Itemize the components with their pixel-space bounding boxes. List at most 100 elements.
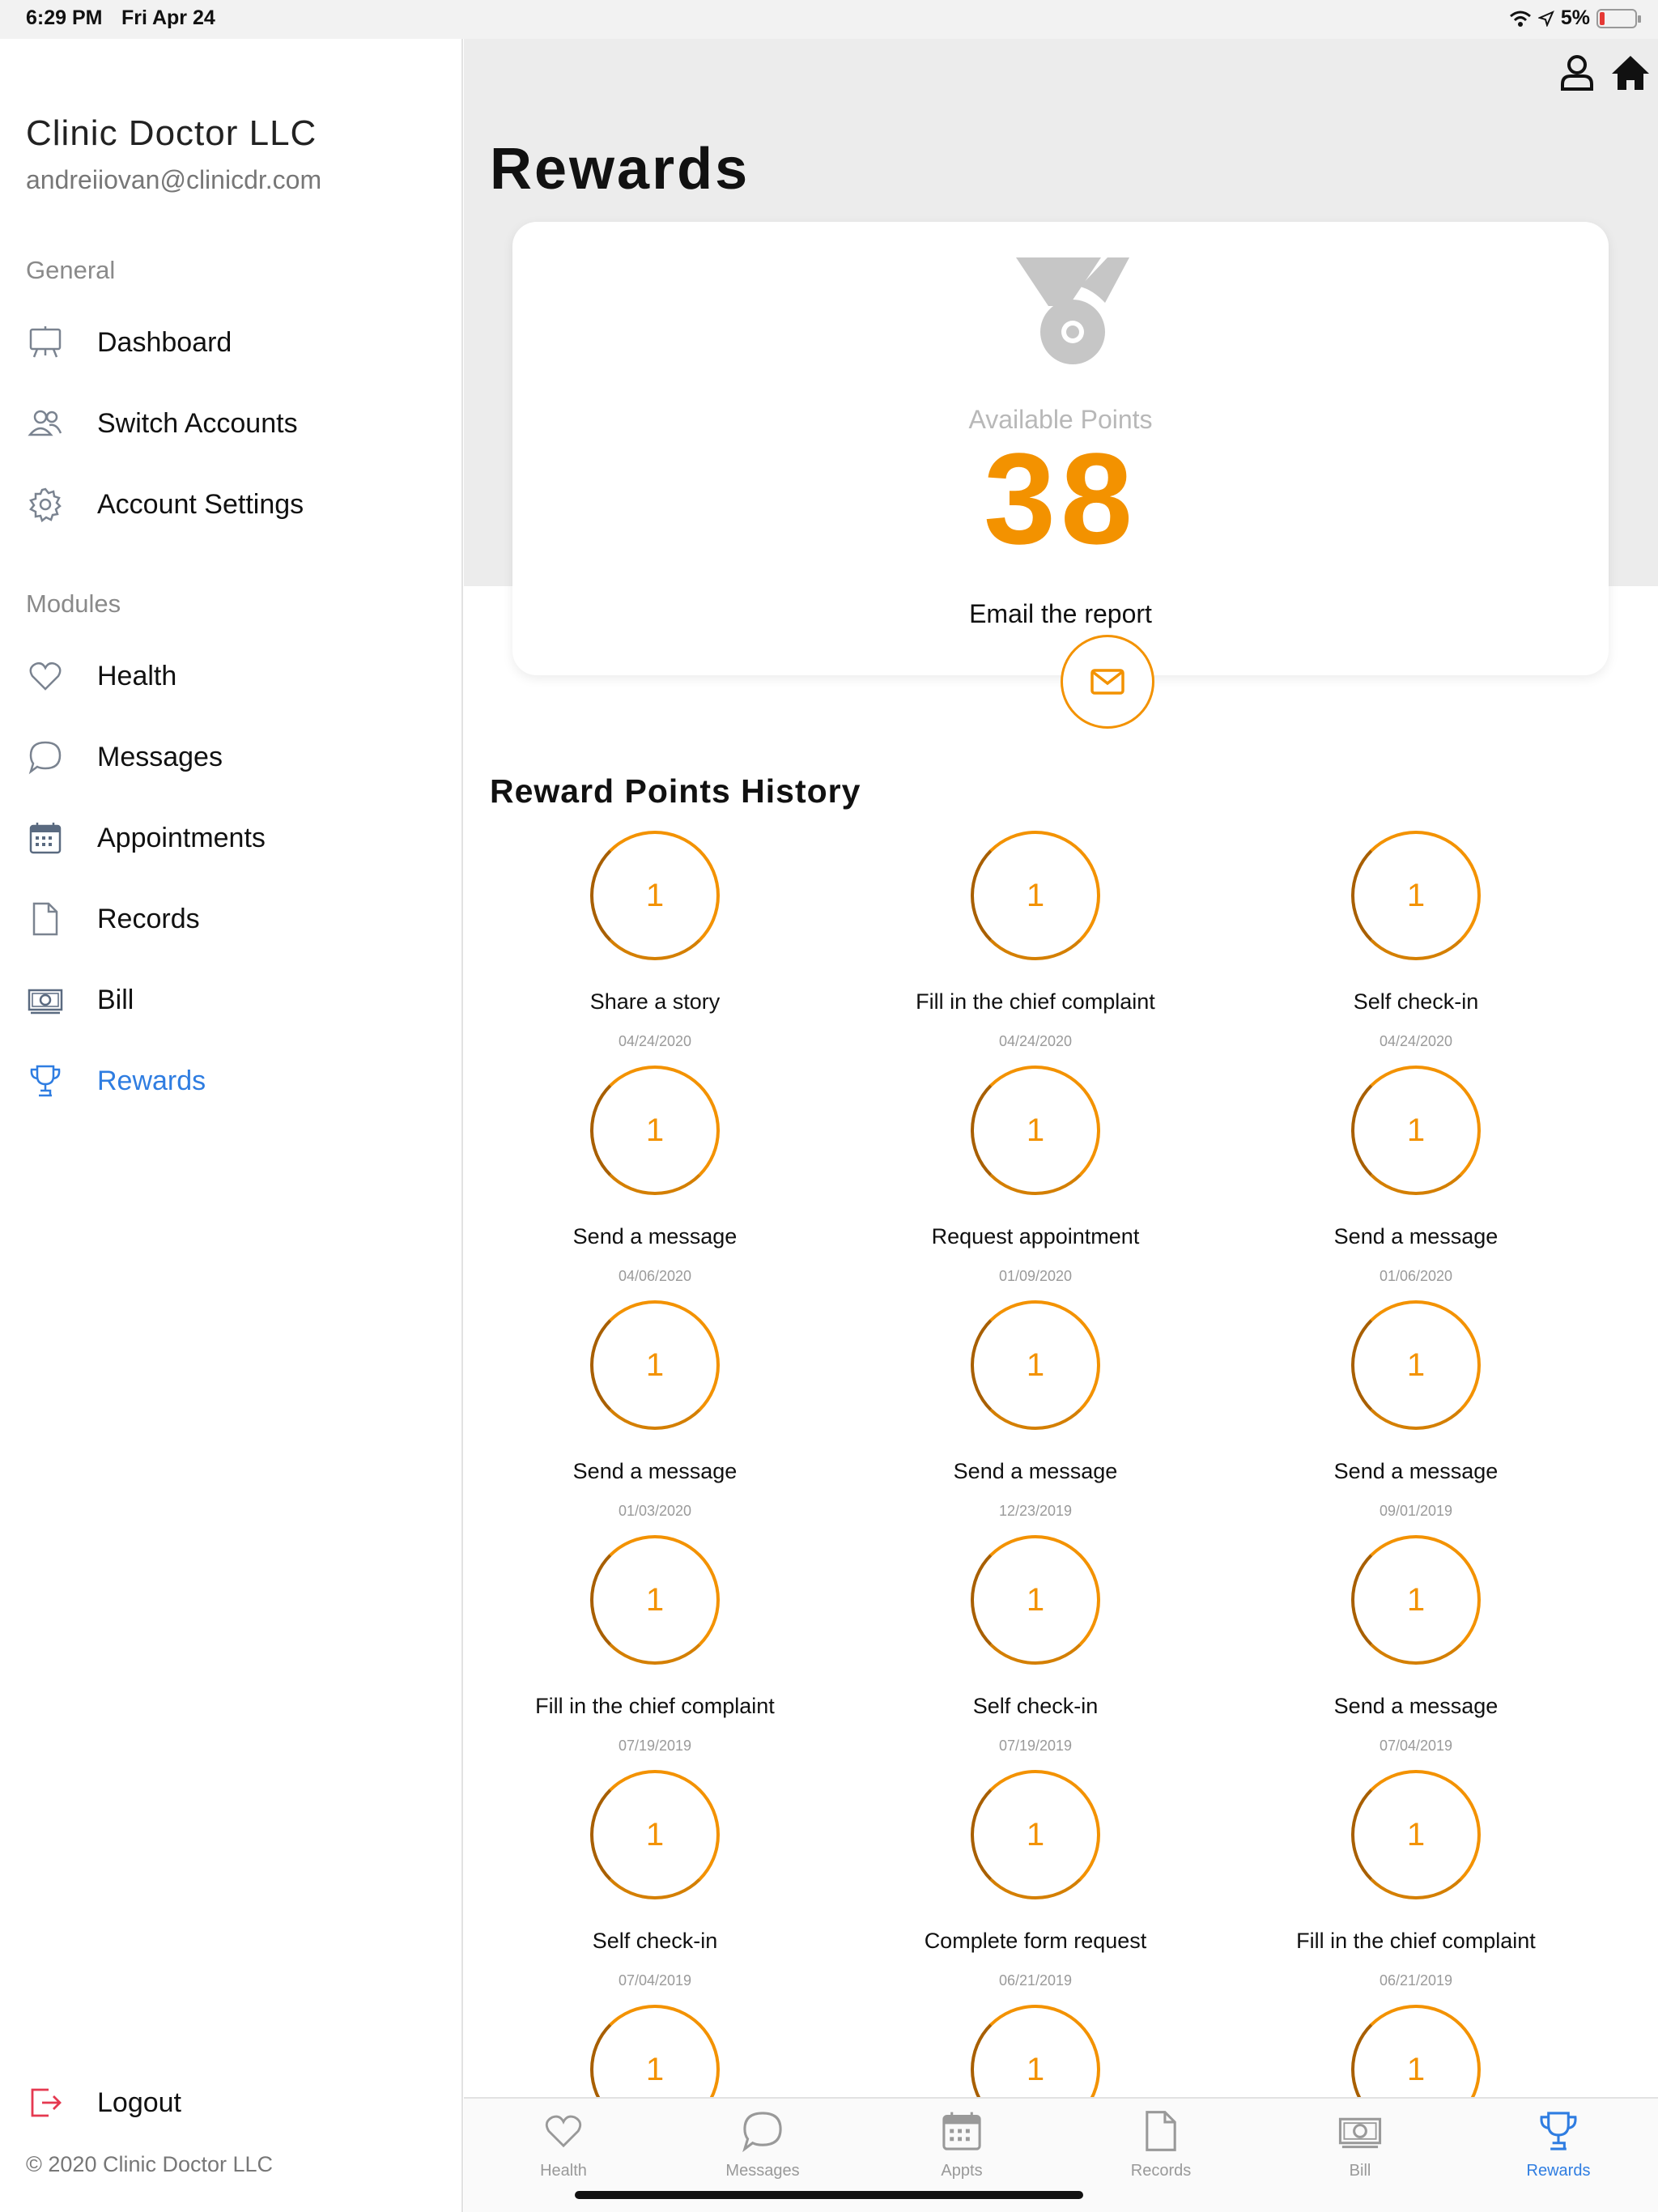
tab-label: Messages	[725, 2162, 800, 2180]
chat-bubble-icon	[738, 2107, 787, 2155]
reward-activity-label: Send a message	[572, 1459, 738, 1483]
sidebar-item-label: Appointments	[97, 822, 266, 853]
sidebar-item-label: Switch Accounts	[97, 407, 298, 439]
reward-date: 06/21/2019	[998, 1972, 1073, 1989]
status-bar: 6:29 PM Fri Apr 24 5%	[0, 0, 1658, 39]
reward-activity-label: Fill in the chief complaint	[1296, 1929, 1536, 1953]
tab-health[interactable]: Health	[464, 2107, 663, 2188]
reward-history-item: 1 Self check-in 07/04/2019	[465, 1770, 845, 2005]
available-points-value: 38	[984, 426, 1137, 571]
chat-bubble-icon	[26, 738, 65, 776]
sidebar-item-label: Rewards	[97, 1065, 206, 1096]
sidebar-item-messages[interactable]: Messages	[26, 729, 447, 785]
reward-activity-label: Self check-in	[1353, 989, 1479, 1014]
reward-activity-label: Request appointment	[931, 1224, 1140, 1249]
reward-history-item: 1 Send a message 09/01/2019	[1226, 1300, 1606, 1535]
main-content: Rewards Available Points 38 Email the re…	[464, 39, 1658, 2212]
sidebar-item-switch-accounts[interactable]: Switch Accounts	[26, 395, 447, 452]
status-date: Fri Apr 24	[121, 6, 215, 29]
heart-icon	[539, 2107, 588, 2155]
reward-points-circle: 1	[1351, 831, 1481, 960]
reward-points-circle: 1	[971, 831, 1100, 960]
battery-icon	[1596, 8, 1641, 28]
history-title: Reward Points History	[490, 772, 861, 810]
tab-messages[interactable]: Messages	[663, 2107, 862, 2188]
tab-bill[interactable]: Bill	[1261, 2107, 1460, 2188]
sidebar-item-health[interactable]: Health	[26, 648, 447, 704]
status-right: 5%	[1509, 6, 1641, 30]
gear-icon	[26, 485, 65, 524]
reward-date: 07/04/2019	[1379, 1738, 1453, 1754]
reward-history-item: 1 Fill in the chief complaint 06/21/2019	[1226, 1770, 1606, 2005]
logout-label: Logout	[97, 2087, 181, 2118]
email-report-button[interactable]	[1061, 635, 1154, 729]
sidebar-item-label: Messages	[97, 741, 223, 772]
section-general-label: General	[26, 256, 116, 284]
reward-date: 01/03/2020	[618, 1503, 692, 1519]
sidebar-item-rewards[interactable]: Rewards	[26, 1053, 447, 1109]
org-name: Clinic Doctor LLC	[26, 113, 317, 153]
reward-date: 07/19/2019	[618, 1738, 692, 1754]
sidebar-item-dashboard[interactable]: Dashboard	[26, 314, 447, 371]
reward-activity-label: Send a message	[1333, 1224, 1499, 1249]
reward-points-circle: 1	[590, 1770, 720, 1899]
sidebar-item-account-settings[interactable]: Account Settings	[26, 476, 447, 533]
sidebar-item-label: Account Settings	[97, 488, 304, 520]
reward-date: 04/24/2020	[998, 1033, 1073, 1049]
reward-activity-label: Fill in the chief complaint	[916, 989, 1155, 1014]
reward-date: 04/24/2020	[618, 1033, 692, 1049]
reward-activity-label: Self check-in	[972, 1694, 1099, 1718]
profile-icon[interactable]	[1556, 52, 1598, 94]
reward-activity-label: Send a message	[1333, 1694, 1499, 1718]
envelope-icon	[1090, 669, 1124, 695]
reward-activity-label: Send a message	[572, 1224, 738, 1249]
document-icon	[26, 900, 65, 938]
tab-rewards[interactable]: Rewards	[1459, 2107, 1658, 2188]
wifi-icon	[1509, 11, 1531, 27]
reward-history-item: 1 Share a story 04/24/2020	[465, 831, 845, 1066]
users-icon	[26, 404, 65, 443]
reward-activity-label: Complete form request	[924, 1929, 1147, 1953]
sidebar-item-label: Health	[97, 660, 177, 691]
logout-button[interactable]: Logout	[26, 2074, 447, 2131]
page-title: Rewards	[490, 137, 750, 202]
sidebar-item-appointments[interactable]: Appointments	[26, 810, 447, 866]
reward-activity-label: Send a message	[953, 1459, 1118, 1483]
top-right-actions	[1556, 52, 1658, 94]
sidebar-item-bill[interactable]: Bill	[26, 972, 447, 1028]
reward-points-circle: 1	[590, 1066, 720, 1195]
reward-date: 04/24/2020	[1379, 1033, 1453, 1049]
tab-appts[interactable]: Appts	[862, 2107, 1061, 2188]
reward-points-circle: 1	[590, 1535, 720, 1665]
sidebar: Clinic Doctor LLC andreiiovan@clinicdr.c…	[0, 39, 463, 2212]
reward-date: 04/06/2020	[618, 1268, 692, 1284]
reward-points-circle: 1	[1351, 1300, 1481, 1430]
reward-date: 01/09/2020	[998, 1268, 1073, 1284]
reward-date: 12/23/2019	[998, 1503, 1073, 1519]
reward-points-circle: 1	[1351, 1770, 1481, 1899]
reward-history-item: 1 Complete form request 06/21/2019	[845, 1770, 1226, 2005]
calendar-icon	[937, 2107, 986, 2155]
reward-points-circle: 1	[971, 1300, 1100, 1430]
reward-history-item: 1 Self check-in 04/24/2020	[1226, 831, 1606, 1066]
email-report-label: Email the report	[969, 599, 1152, 628]
reward-history-item: 1 Send a message 01/06/2020	[1226, 1066, 1606, 1300]
sidebar-item-records[interactable]: Records	[26, 891, 447, 947]
reward-activity-label: Share a story	[589, 989, 721, 1014]
reward-history-item: 1 Send a message 04/06/2020	[465, 1066, 845, 1300]
copyright-text: © 2020 Clinic Doctor LLC	[26, 2152, 274, 2176]
user-email: andreiiovan@clinicdr.com	[26, 165, 322, 194]
reward-points-circle: 1	[1351, 1535, 1481, 1665]
sidebar-item-label: Records	[97, 903, 200, 934]
reward-points-circle: 1	[971, 1770, 1100, 1899]
reward-history-item: 1 Request appointment 01/09/2020	[845, 1066, 1226, 1300]
cash-icon	[26, 981, 65, 1019]
calendar-icon	[26, 819, 65, 857]
tab-label: Health	[540, 2162, 587, 2180]
tab-records[interactable]: Records	[1061, 2107, 1261, 2188]
reward-activity-label: Fill in the chief complaint	[535, 1694, 775, 1718]
home-icon[interactable]	[1609, 52, 1652, 94]
reward-history-item: 1 Send a message 01/03/2020	[465, 1300, 845, 1535]
reward-points-circle: 1	[590, 831, 720, 960]
reward-history-item: 1 Fill in the chief complaint 04/24/2020	[845, 831, 1226, 1066]
